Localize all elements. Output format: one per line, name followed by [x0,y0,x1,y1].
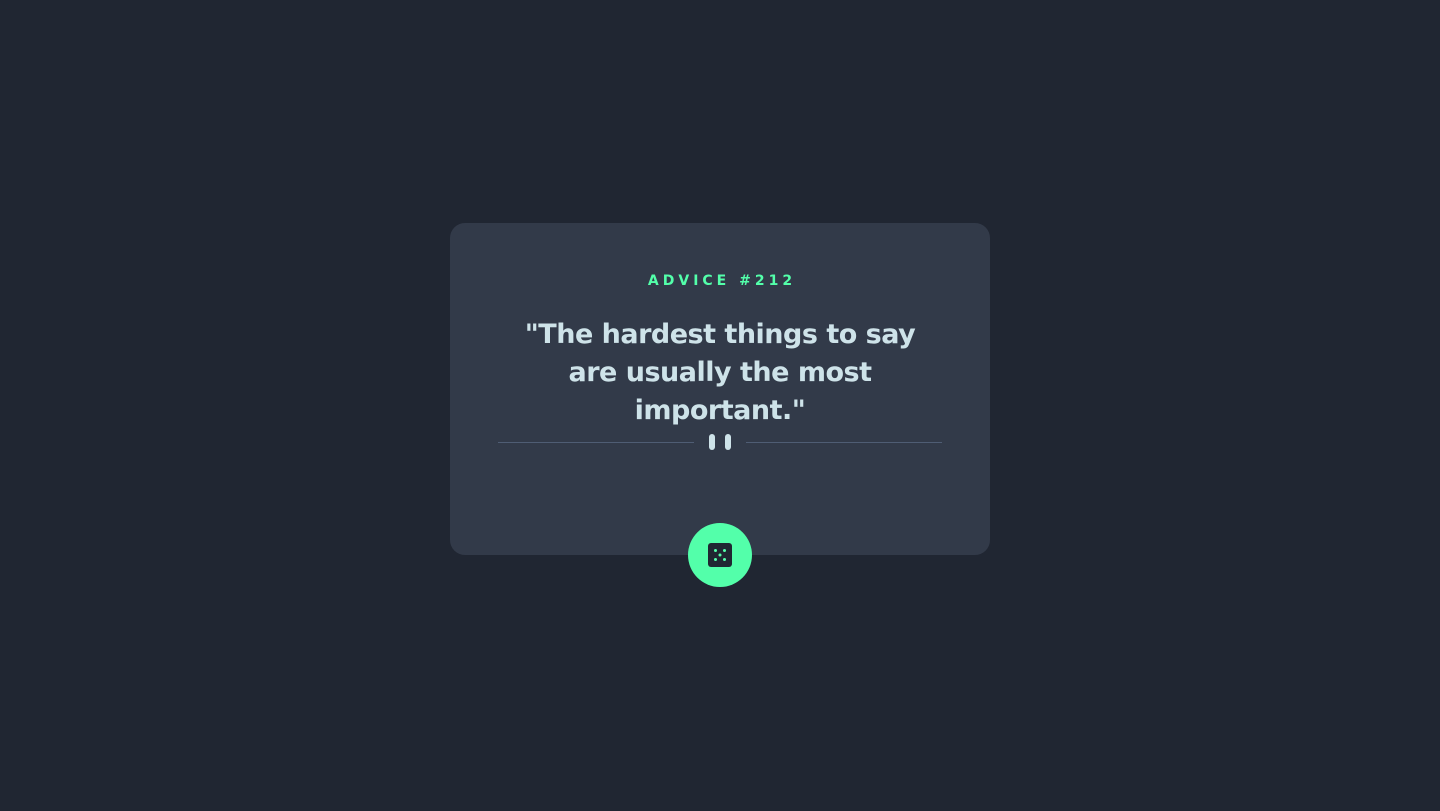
dice-icon [708,543,732,567]
advice-card: ADVICE #212 "The hardest things to say a… [450,223,990,555]
divider [498,432,942,452]
pause-icon [709,434,731,450]
pause-bar [709,434,715,450]
pause-bar [725,434,731,450]
divider-line-left [498,441,694,443]
advice-quote: "The hardest things to say are usually t… [524,319,916,426]
advice-id: ADVICE #212 [647,273,797,289]
divider-line-right [746,441,942,443]
dice-button[interactable] [688,523,752,587]
